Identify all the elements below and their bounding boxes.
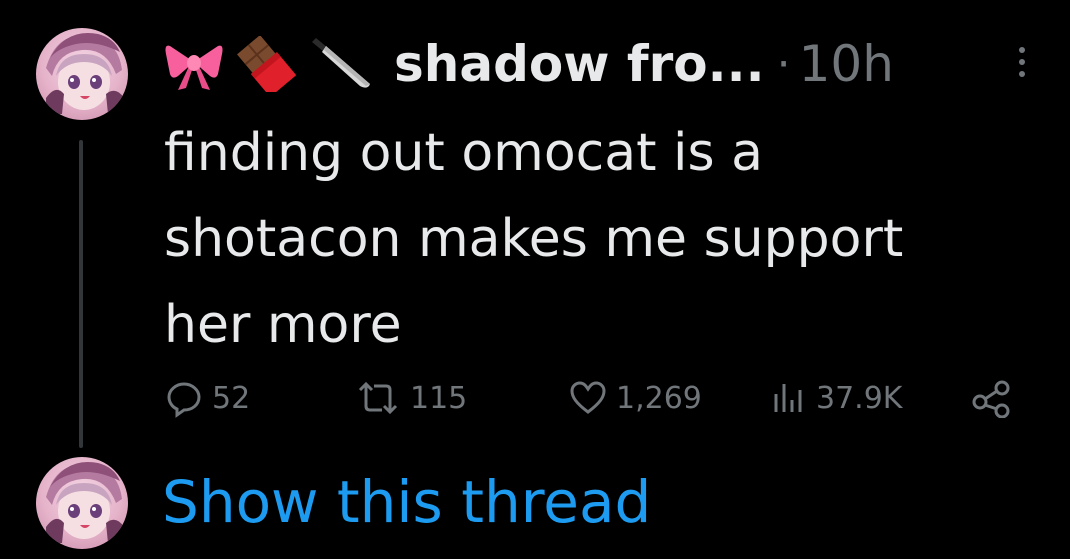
knife-emoji-icon [308,36,374,92]
tweet-text: finding out omocat is a shotacon makes m… [164,123,904,355]
reply-icon [167,382,201,418]
heart-icon [570,381,606,414]
avatar-image [46,33,124,114]
ribbon-emoji-icon [164,36,224,92]
retweet-count: 115 [410,380,468,416]
retweet-button[interactable]: 115 [354,378,467,418]
views-button[interactable]: 37.9K [768,378,902,418]
share-button[interactable] [970,378,1022,418]
views-count: 37.9K [816,380,903,416]
share-icon [972,380,1010,418]
reply-count: 52 [212,380,251,416]
tweet-header: shadow fro... · 10h [164,24,894,104]
like-button[interactable]: 1,269 [568,378,702,418]
chocolate-emoji-icon [236,36,296,92]
avatar[interactable] [36,28,128,120]
show-thread-link[interactable]: Show this thread [162,462,651,542]
separator-dot: · [776,38,791,90]
retweet-icon [358,381,398,415]
timestamp[interactable]: 10h [799,35,894,93]
action-bar: 52 115 1,269 37.9K [164,372,1024,428]
views-icon [774,384,802,412]
thread-line [79,140,83,448]
like-count: 1,269 [616,380,702,416]
reply-button[interactable]: 52 [164,378,250,418]
more-icon[interactable] [1010,42,1034,82]
display-name[interactable]: shadow fro... [394,35,765,93]
avatar-thread[interactable] [36,457,128,549]
avatar-image [46,462,124,543]
